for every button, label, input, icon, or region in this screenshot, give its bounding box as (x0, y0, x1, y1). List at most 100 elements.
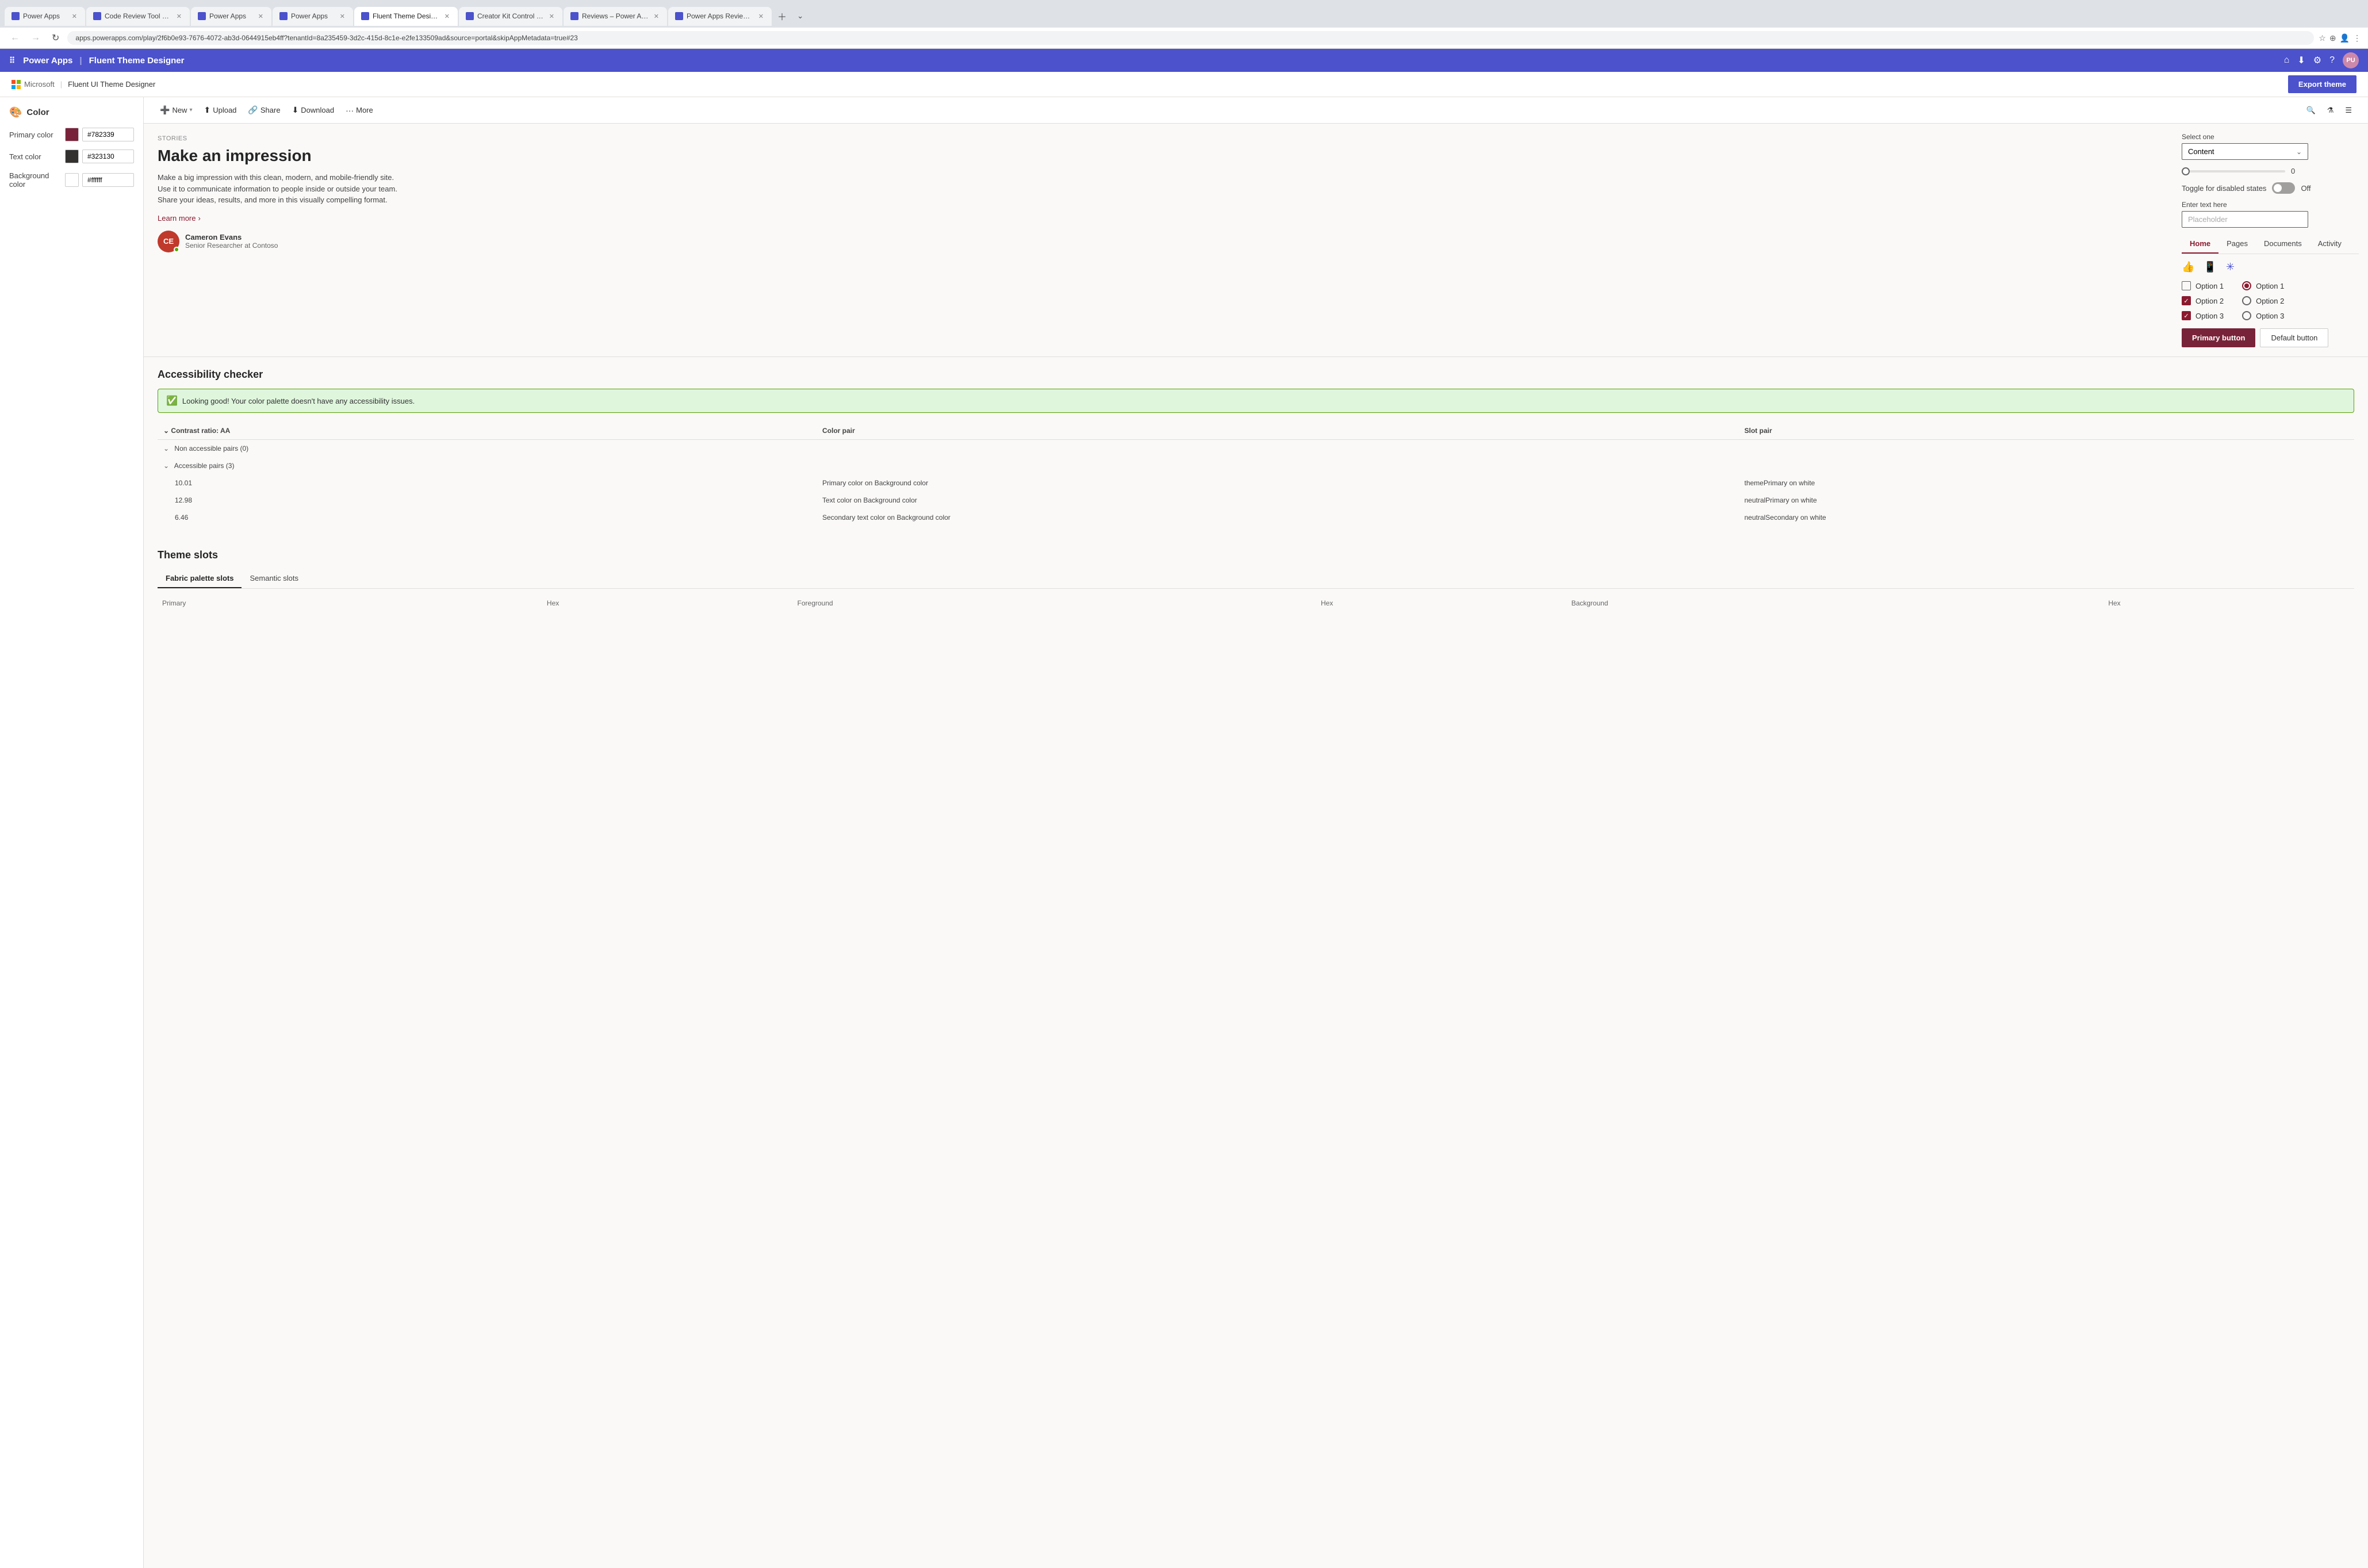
tab-7[interactable]: Power Apps Review Tool ... ✕ (668, 7, 772, 26)
checkbox-0[interactable] (2182, 281, 2191, 290)
tab-1[interactable]: Code Review Tool Experim... ✕ (86, 7, 190, 26)
topbar-home-icon[interactable]: ⌂ (2284, 55, 2290, 66)
filter-toolbar-button[interactable]: ⚗ (2323, 102, 2339, 118)
content-area: ➕ New ▾ ⬆ Upload 🔗 Share ⬇ Download ··· … (144, 97, 2368, 1568)
refresh-button[interactable]: ↻ (48, 30, 63, 46)
forward-button[interactable]: → (28, 30, 44, 45)
default-button[interactable]: Default button (2260, 328, 2328, 347)
extension-icon[interactable]: ⊕ (2329, 33, 2336, 43)
tab-close-1[interactable]: ✕ (175, 11, 183, 21)
radio-0[interactable] (2242, 281, 2251, 290)
topbar-settings-icon[interactable]: ⚙ (2313, 55, 2321, 66)
select-one[interactable]: Content ⌄ (2182, 143, 2308, 160)
download-button[interactable]: ⬇ Download (288, 102, 339, 118)
url-input[interactable] (67, 31, 2314, 45)
list-toolbar-button[interactable]: ☰ (2340, 102, 2356, 118)
tab-close-2[interactable]: ✕ (257, 11, 265, 21)
accessibility-section: Accessibility checker ✅ Looking good! Yo… (144, 356, 2368, 538)
menu-icon[interactable]: ⋮ (2353, 33, 2361, 43)
radio-2[interactable] (2242, 311, 2251, 320)
slots-tab-semantic[interactable]: Semantic slots (242, 569, 306, 588)
back-button[interactable]: ← (7, 30, 23, 45)
tab-close-4[interactable]: ✕ (443, 11, 451, 21)
tab-5[interactable]: Creator Kit Control Refere... ✕ (459, 7, 562, 26)
slots-tab-fabric[interactable]: Fabric palette slots (158, 569, 242, 588)
radio-1[interactable] (2242, 296, 2251, 305)
upload-icon: ⬆ (204, 105, 210, 115)
profile-icon[interactable]: 👤 (2340, 33, 2350, 43)
primary-color-swatch[interactable] (65, 128, 79, 141)
accessibility-table: ⌄ Contrast ratio: AA Color pair Slot pai… (158, 422, 2354, 526)
mobile-icon[interactable]: 📱 (2204, 261, 2216, 273)
checkbox-1[interactable]: ✓ (2182, 296, 2191, 305)
tab-3[interactable]: Power Apps ✕ (273, 7, 353, 26)
tab-close-3[interactable]: ✕ (339, 11, 346, 21)
new-button[interactable]: ➕ New ▾ (155, 102, 197, 118)
tab-6[interactable]: Reviews – Power Apps ✕ (564, 7, 667, 26)
tab-label-7: Power Apps Review Tool ... (687, 12, 754, 20)
controls-layout: Option 1 ✓ Option 2 ✓ Option 3 (2182, 281, 2359, 320)
tab-close-7[interactable]: ✕ (757, 11, 765, 21)
export-theme-button[interactable]: Export theme (2288, 75, 2356, 93)
thumbs-up-icon[interactable]: 👍 (2182, 261, 2194, 273)
primary-button[interactable]: Primary button (2182, 328, 2255, 347)
new-chevron-icon: ▾ (189, 107, 192, 113)
settings-icon[interactable]: ✳ (2226, 261, 2235, 273)
person-name: Cameron Evans (185, 233, 278, 241)
tab-favicon-7 (675, 12, 683, 20)
new-icon: ➕ (160, 105, 170, 115)
accessibility-title: Accessibility checker (158, 369, 2354, 381)
upload-button[interactable]: ⬆ Upload (199, 102, 241, 118)
waffle-icon[interactable]: ⠿ (9, 56, 15, 66)
tab-close-0[interactable]: ✕ (71, 11, 78, 21)
ms-sq-yellow (17, 85, 21, 89)
success-banner: ✅ Looking good! Your color palette doesn… (158, 389, 2354, 413)
theme-slots-title: Theme slots (158, 549, 2354, 561)
success-icon: ✅ (166, 395, 178, 407)
toggle-switch[interactable] (2272, 182, 2295, 194)
tab-2[interactable]: Power Apps ✕ (191, 7, 271, 26)
tab-0[interactable]: Power Apps ✕ (5, 7, 85, 26)
checkbox-2[interactable]: ✓ (2182, 311, 2191, 320)
search-toolbar-button[interactable]: 🔍 (2302, 102, 2320, 118)
radio-group: Option 1 Option 2 Option 3 (2242, 281, 2284, 320)
text-color-input[interactable] (82, 149, 134, 163)
tab-label-3: Power Apps (291, 12, 335, 20)
acc-ratio-0: 10.01 (158, 474, 817, 492)
learn-more-link[interactable]: Learn more › (158, 214, 2159, 223)
text-label: Enter text here (2182, 201, 2359, 209)
checkbox-group: Option 1 ✓ Option 2 ✓ Option 3 (2182, 281, 2224, 320)
tab-home[interactable]: Home (2182, 235, 2218, 254)
new-tab-button[interactable]: ＋ (773, 5, 791, 28)
primary-color-input[interactable] (82, 128, 134, 141)
avatar-status (174, 247, 179, 252)
checkbox-label-1: Option 2 (2195, 297, 2224, 305)
tab-close-6[interactable]: ✕ (653, 11, 660, 21)
tab-close-5[interactable]: ✕ (548, 11, 555, 21)
bg-color-label: Background color (9, 171, 65, 189)
bg-color-input[interactable] (82, 173, 134, 187)
tab-4[interactable]: Fluent Theme Designer -... ✕ (354, 7, 458, 26)
more-button[interactable]: ··· More (341, 102, 378, 118)
text-input[interactable] (2182, 211, 2308, 228)
acc-chevron-group-0[interactable]: ⌄ (163, 444, 169, 453)
tab-pages[interactable]: Pages (2218, 235, 2256, 254)
tab-overflow-button[interactable]: ⌄ (792, 7, 808, 25)
acc-chevron-group-1[interactable]: ⌄ (163, 462, 169, 470)
topbar-avatar[interactable]: PU (2343, 52, 2359, 68)
slider-input[interactable] (2182, 170, 2285, 172)
tab-label-0: Power Apps (23, 12, 67, 20)
checkbox-label-2: Option 3 (2195, 312, 2224, 320)
preview-body: Make a big impression with this clean, m… (158, 172, 399, 206)
tab-bar: Power Apps ✕ Code Review Tool Experim...… (0, 0, 2368, 28)
text-color-swatch[interactable] (65, 149, 79, 163)
topbar-download-icon[interactable]: ⬇ (2297, 55, 2305, 66)
tab-documents[interactable]: Documents (2256, 235, 2310, 254)
bg-color-swatch[interactable] (65, 173, 79, 187)
tab-activity[interactable]: Activity (2310, 235, 2350, 254)
bookmark-icon[interactable]: ☆ (2319, 33, 2326, 43)
topbar-help-icon[interactable]: ? (2329, 55, 2335, 66)
share-button[interactable]: 🔗 Share (243, 102, 285, 118)
acc-ratio-2: 6.46 (158, 509, 817, 526)
address-icons: ☆ ⊕ 👤 ⋮ (2319, 33, 2361, 43)
